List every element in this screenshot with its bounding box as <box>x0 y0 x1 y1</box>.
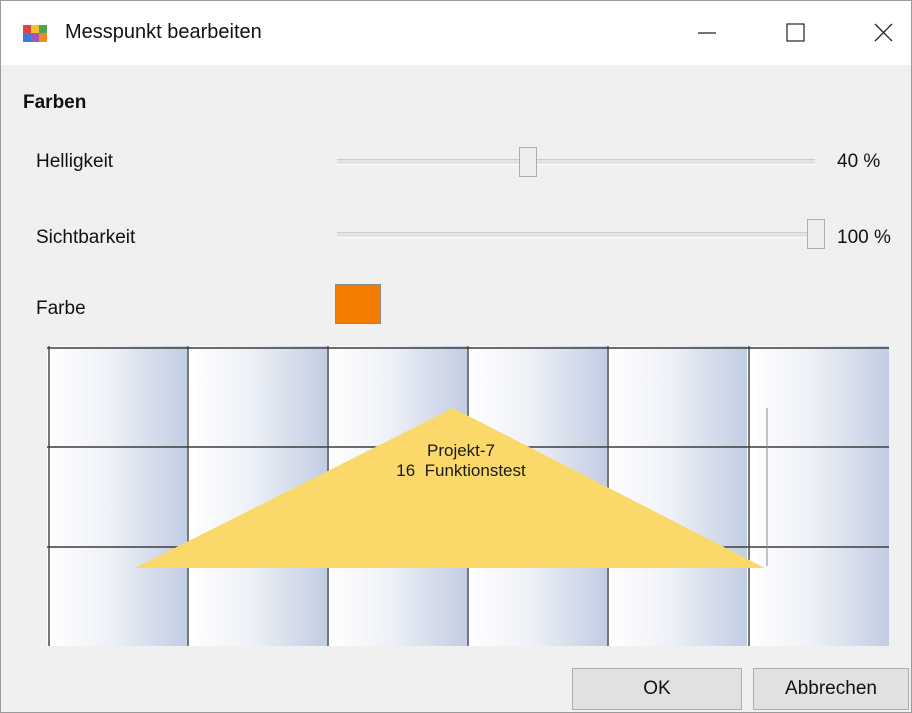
ok-button[interactable]: OK <box>572 668 742 710</box>
dialog-window: Messpunkt bearbeiten Farben Helligkeit 4… <box>0 0 912 713</box>
color-swatch-button[interactable] <box>335 284 381 324</box>
visibility-slider-thumb[interactable] <box>807 219 825 249</box>
section-title-farben: Farben <box>23 92 87 113</box>
window-title: Messpunkt bearbeiten <box>65 21 262 43</box>
title-bar[interactable]: Messpunkt bearbeiten <box>1 1 911 65</box>
preview-canvas: Projekt-7 16 Funktionstest <box>47 346 889 646</box>
brightness-slider-track[interactable] <box>337 159 815 165</box>
color-label: Farbe <box>36 298 86 319</box>
cancel-button[interactable]: Abbrechen <box>753 668 909 710</box>
visibility-label: Sichtbarkeit <box>36 227 136 248</box>
close-icon <box>874 23 893 42</box>
marker-label-name: 16 Funktionstest <box>396 461 526 480</box>
visibility-slider-track[interactable] <box>337 232 815 238</box>
preview-panel: Projekt-7 16 Funktionstest <box>47 346 889 646</box>
app-icon <box>23 25 47 42</box>
marker-label-project: Projekt-7 <box>427 441 495 460</box>
minimize-button[interactable] <box>677 11 737 55</box>
minimize-icon <box>698 32 716 34</box>
brightness-slider-thumb[interactable] <box>519 147 537 177</box>
visibility-value: 100 % <box>837 227 891 248</box>
close-button[interactable] <box>853 11 912 55</box>
maximize-button[interactable] <box>765 11 825 55</box>
maximize-icon <box>786 23 805 42</box>
brightness-value: 40 % <box>837 151 881 172</box>
brightness-label: Helligkeit <box>36 151 114 172</box>
